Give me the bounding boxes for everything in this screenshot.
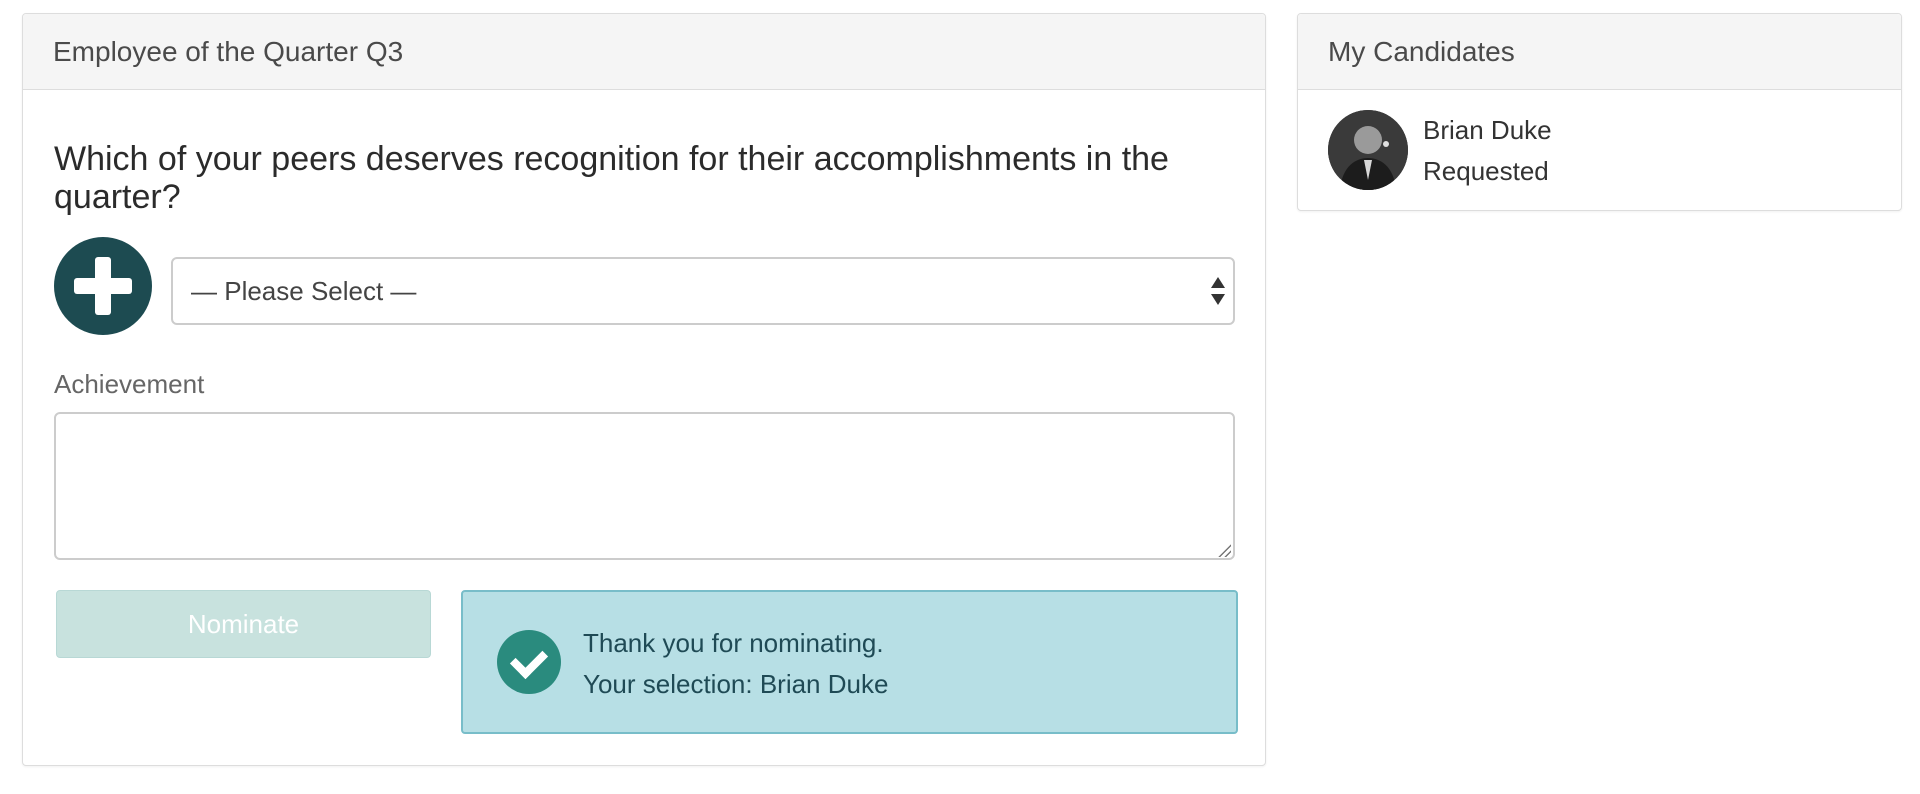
- peer-select[interactable]: — Please Select —: [171, 257, 1235, 325]
- nomination-question: Which of your peers deserves recognition…: [54, 140, 1169, 216]
- panel-title: Employee of the Quarter Q3: [23, 14, 1265, 90]
- achievement-label: Achievement: [54, 369, 205, 399]
- nomination-panel: Employee of the Quarter Q3 Which of your…: [22, 13, 1266, 766]
- alert-selection: Your selection: Brian Duke: [583, 669, 889, 699]
- avatar: [1328, 110, 1408, 190]
- select-arrows-icon: [1211, 277, 1227, 307]
- add-nominee-button[interactable]: [54, 237, 152, 335]
- candidate-name: Brian Duke: [1423, 115, 1552, 145]
- candidates-title: My Candidates: [1298, 14, 1901, 90]
- achievement-textarea[interactable]: [54, 412, 1235, 560]
- resize-handle-icon[interactable]: [1217, 543, 1231, 557]
- alert-message: Thank you for nominating.: [583, 628, 884, 658]
- success-alert: Thank you for nominating. Your selection…: [461, 590, 1238, 734]
- candidates-panel: My Candidates Brian Duke Requested: [1297, 13, 1902, 211]
- check-circle-icon: [497, 630, 561, 694]
- candidate-status: Requested: [1423, 156, 1549, 186]
- peer-select-value: — Please Select —: [191, 275, 417, 306]
- nominate-button[interactable]: Nominate: [56, 590, 431, 658]
